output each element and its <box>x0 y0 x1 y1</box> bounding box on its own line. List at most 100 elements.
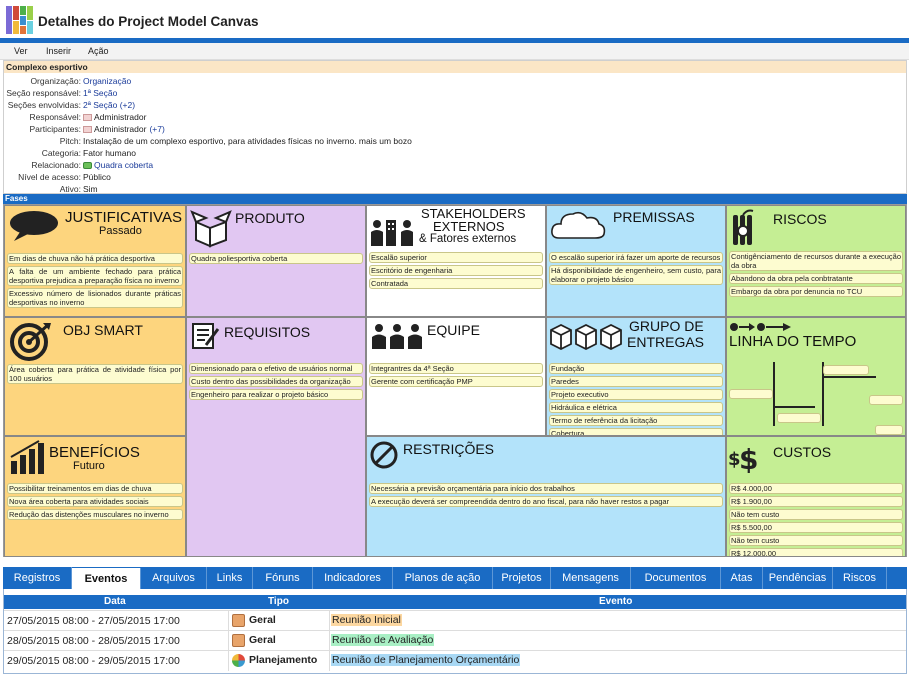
justificativa-item[interactable]: Excessivo número de lisionados durante p… <box>7 288 183 308</box>
box-icon <box>190 210 232 248</box>
requisito-item[interactable]: Custo dentro das possibilidades da organ… <box>189 376 363 387</box>
entrega-item[interactable]: Paredes <box>549 376 723 387</box>
requisito-item[interactable]: Dimensionado para o efetivo de usuários … <box>189 363 363 374</box>
event-name[interactable]: Reunião de Planejamento Orçamentário <box>331 654 521 666</box>
project-field-text[interactable]: Organização <box>83 76 131 86</box>
beneficios-title: BENEFÍCIOS <box>49 444 140 461</box>
equipe-item[interactable]: Gerente com certificação PMP <box>369 376 543 387</box>
beneficio-item[interactable]: Possibilitar treinamentos em dias de chu… <box>7 483 183 494</box>
beneficio-item[interactable]: Redução das distenções musculares no inv… <box>7 509 183 520</box>
timeline-bar[interactable] <box>777 413 821 423</box>
entregas-items: Fundação Paredes Projeto executivo Hidrá… <box>549 363 723 435</box>
column-divider <box>228 631 229 651</box>
tab-eventos[interactable]: Eventos <box>72 568 141 589</box>
beneficio-item[interactable]: Nova área coberta para atividades sociai… <box>7 496 183 507</box>
custo-item[interactable]: R$ 4.000,00 <box>729 483 903 494</box>
justificativa-item[interactable]: Em dias de chuva não há prática desporti… <box>7 253 183 264</box>
event-row[interactable]: 27/05/2015 08:00 - 27/05/2015 17:00 Geral… <box>4 610 906 631</box>
tab-indicadores[interactable]: Indicadores <box>313 567 393 589</box>
linha-do-tempo-section: LINHA DO TEMPO <box>726 317 906 436</box>
participants-more-link[interactable]: (+7) <box>149 124 164 134</box>
custo-item[interactable]: R$ 5.500,00 <box>729 522 903 533</box>
premissas-title: PREMISSAS <box>613 209 695 225</box>
tab-projetos[interactable]: Projetos <box>493 567 551 589</box>
stakeholder-item[interactable]: Escritório de engenharia <box>369 265 543 276</box>
risco-item[interactable]: Contigênciamento de recursos durante a e… <box>729 251 903 271</box>
project-field-row: Pitch: Instalação de um complexo esportiv… <box>4 135 904 147</box>
custo-item[interactable]: Não tem custo <box>729 509 903 520</box>
menu-ver[interactable]: Ver <box>14 46 28 56</box>
custo-item[interactable]: Não tem custo <box>729 535 903 546</box>
project-field-row: Categoria: Fator humano <box>4 147 904 159</box>
tab-bar: Registros Eventos Arquivos Links Fóruns Indic… <box>3 567 907 589</box>
stakeholder-item[interactable]: Escalão superior <box>369 252 543 263</box>
obj-smart-title: OBJ SMART <box>63 322 143 338</box>
timeline-bar[interactable] <box>875 425 903 435</box>
custo-item[interactable]: R$ 1.900,00 <box>729 496 903 507</box>
restricoes-title: RESTRIÇÕES <box>403 441 495 457</box>
tab-mensagens[interactable]: Mensagens <box>551 567 631 589</box>
tab-links[interactable]: Links <box>207 567 253 589</box>
timeline-bar[interactable] <box>869 395 903 405</box>
project-details: Complexo esportivo Organização: Organizaç… <box>3 60 907 194</box>
project-field-value[interactable]: Organização <box>83 76 131 86</box>
dollar-icon: $$ <box>728 443 758 473</box>
restricao-item[interactable]: A execução deverá ser compreendida dentr… <box>369 496 723 507</box>
tab-registros[interactable]: Registros <box>3 567 72 589</box>
column-header-tipo[interactable]: Tipo <box>268 596 289 607</box>
tab-riscos[interactable]: Riscos <box>833 567 887 589</box>
requisito-item[interactable]: Engenheiro para realizar o projeto básic… <box>189 389 363 400</box>
entrega-item[interactable]: Projeto executivo <box>549 389 723 400</box>
timeline-bar[interactable] <box>823 365 869 375</box>
restricoes-section: RESTRIÇÕES Necessária a previsão orçamen… <box>366 436 726 557</box>
cloud-icon <box>551 211 606 239</box>
tab-pend-ncias[interactable]: Pendências <box>763 567 833 589</box>
canvas-logo-icon <box>6 6 33 34</box>
project-field-value[interactable]: 1ª Seção <box>83 88 117 98</box>
column-header-data[interactable]: Data <box>104 596 126 607</box>
project-field-value[interactable]: 2ª Seção (+2) <box>83 100 135 110</box>
premissa-item[interactable]: Há disponibilidade de engenheiro, sem cu… <box>549 265 723 285</box>
tab-documentos[interactable]: Documentos <box>631 567 721 589</box>
stakeholder-item[interactable]: Contratada <box>369 278 543 289</box>
column-header-evento[interactable]: Evento <box>599 596 632 607</box>
restricao-item[interactable]: Necessária a previsão orçamentária para … <box>369 483 723 494</box>
project-field-value[interactable]: Quadra coberta <box>83 160 153 170</box>
justificativa-item[interactable]: A falta de um ambiente fechado para prát… <box>7 266 183 286</box>
tab-planos-de-a-o[interactable]: Planos de ação <box>393 567 493 589</box>
tab-f-runs[interactable]: Fóruns <box>253 567 313 589</box>
risco-item[interactable]: Abandono da obra pela conbtratante <box>729 273 903 284</box>
entrega-item[interactable]: Termo de referência da licitação <box>549 415 723 426</box>
tab-atas[interactable]: Atas <box>721 567 763 589</box>
riscos-section: RISCOS Contigênciamento de recursos dura… <box>726 205 906 317</box>
project-field-text[interactable]: 1ª Seção <box>83 88 117 98</box>
timeline-bar[interactable] <box>729 389 773 399</box>
event-name[interactable]: Reunião de Avaliação <box>331 634 435 646</box>
premissa-item[interactable]: O escalão superior irá fazer um aporte d… <box>549 252 723 263</box>
objetivo-item[interactable]: Área coberta para prática de atividade f… <box>7 364 183 384</box>
project-field-label: Responsável: <box>29 112 81 122</box>
event-row[interactable]: 28/05/2015 08:00 - 28/05/2015 17:00 Geral… <box>4 630 906 651</box>
menu-inserir[interactable]: Inserir <box>46 46 71 56</box>
entrega-item[interactable]: Cobertura <box>549 428 723 435</box>
equipe-items: Integrantres da 4ª Seção Gerente com cer… <box>369 363 543 389</box>
event-name[interactable]: Reunião Inicial <box>331 614 402 626</box>
event-row[interactable]: 29/05/2015 08:00 - 29/05/2015 17:00 Plane… <box>4 650 906 671</box>
project-field-text[interactable]: 2ª Seção (+2) <box>83 100 135 110</box>
tab-arquivos[interactable]: Arquivos <box>141 567 207 589</box>
menu-acao[interactable]: Ação <box>88 46 109 56</box>
prohibited-icon <box>370 441 398 469</box>
custo-item[interactable]: R$ 12.000,00 <box>729 548 903 556</box>
produto-item[interactable]: Quadra poliesportiva coberta <box>189 253 363 264</box>
custos-title: CUSTOS <box>773 444 832 460</box>
risco-item[interactable]: Embargo da obra por denuncia no TCU <box>729 286 903 297</box>
justificativas-title: JUSTIFICATIVAS <box>65 209 182 226</box>
event-type: Planejamento <box>249 654 318 666</box>
project-field-text[interactable]: Quadra coberta <box>94 160 153 170</box>
stakeholders-subtitle: & Fatores externos <box>419 233 517 245</box>
project-field-row: Participantes: Administrador (+7) <box>4 123 904 135</box>
requisitos-section: REQUISITOS Dimensionado para o efetivo d… <box>186 317 366 557</box>
equipe-item[interactable]: Integrantres da 4ª Seção <box>369 363 543 374</box>
entrega-item[interactable]: Fundação <box>549 363 723 374</box>
entrega-item[interactable]: Hidráulica e elétrica <box>549 402 723 413</box>
